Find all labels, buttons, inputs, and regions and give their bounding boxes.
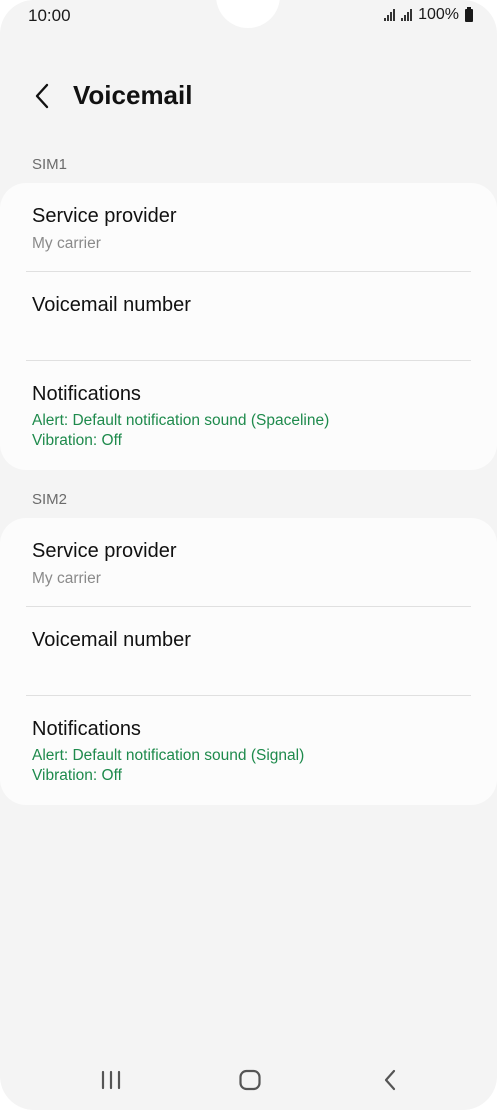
alert-summary: Alert: Default notification sound (Space… [32, 412, 330, 429]
section-label-sim2: SIM2 [32, 491, 68, 508]
item-title: Voicemail number [32, 294, 191, 316]
voicemail-number-item[interactable]: Voicemail number [0, 607, 497, 696]
page-title: Voicemail [73, 80, 193, 110]
sim2-settings-card: Service provider My carrier Voicemail nu… [0, 518, 497, 805]
phone-screen: 10:00 100% Voicemail SIM1 Service provid… [0, 0, 497, 1110]
battery-icon [465, 6, 473, 22]
back-icon [384, 1069, 396, 1091]
chevron-left-icon [35, 83, 49, 109]
home-button[interactable] [230, 1060, 270, 1100]
section-label-sim1: SIM1 [32, 156, 68, 173]
battery-percentage: 100% [418, 6, 459, 23]
service-provider-item[interactable]: Service provider My carrier [0, 183, 497, 272]
status-indicators: 100% [384, 6, 473, 24]
signal-icon [384, 9, 396, 21]
alert-summary: Alert: Default notification sound (Signa… [32, 747, 305, 764]
sim1-settings-card: Service provider My carrier Voicemail nu… [0, 183, 497, 470]
recents-button[interactable] [91, 1060, 131, 1100]
notifications-item[interactable]: Notifications Alert: Default notificatio… [0, 696, 497, 804]
status-bar: 10:00 100% [0, 0, 497, 32]
item-title: Notifications [32, 383, 141, 405]
recents-icon [101, 1070, 121, 1090]
item-value: My carrier [32, 235, 101, 252]
nav-back-button[interactable] [370, 1060, 410, 1100]
vibration-summary: Vibration: Off [32, 767, 122, 784]
service-provider-item[interactable]: Service provider My carrier [0, 518, 497, 607]
voicemail-number-item[interactable]: Voicemail number [0, 272, 497, 361]
item-title: Service provider [32, 205, 177, 227]
item-title: Notifications [32, 718, 141, 740]
vibration-summary: Vibration: Off [32, 432, 122, 449]
camera-notch [216, 0, 280, 28]
status-time: 10:00 [28, 6, 71, 25]
back-button[interactable] [24, 78, 60, 114]
navigation-bar [0, 1050, 497, 1110]
home-icon [239, 1069, 261, 1091]
item-title: Voicemail number [32, 629, 191, 651]
notifications-item[interactable]: Notifications Alert: Default notificatio… [0, 361, 497, 469]
item-title: Service provider [32, 540, 177, 562]
signal-icon [401, 9, 413, 21]
item-value: My carrier [32, 570, 101, 587]
app-header: Voicemail [0, 70, 497, 122]
